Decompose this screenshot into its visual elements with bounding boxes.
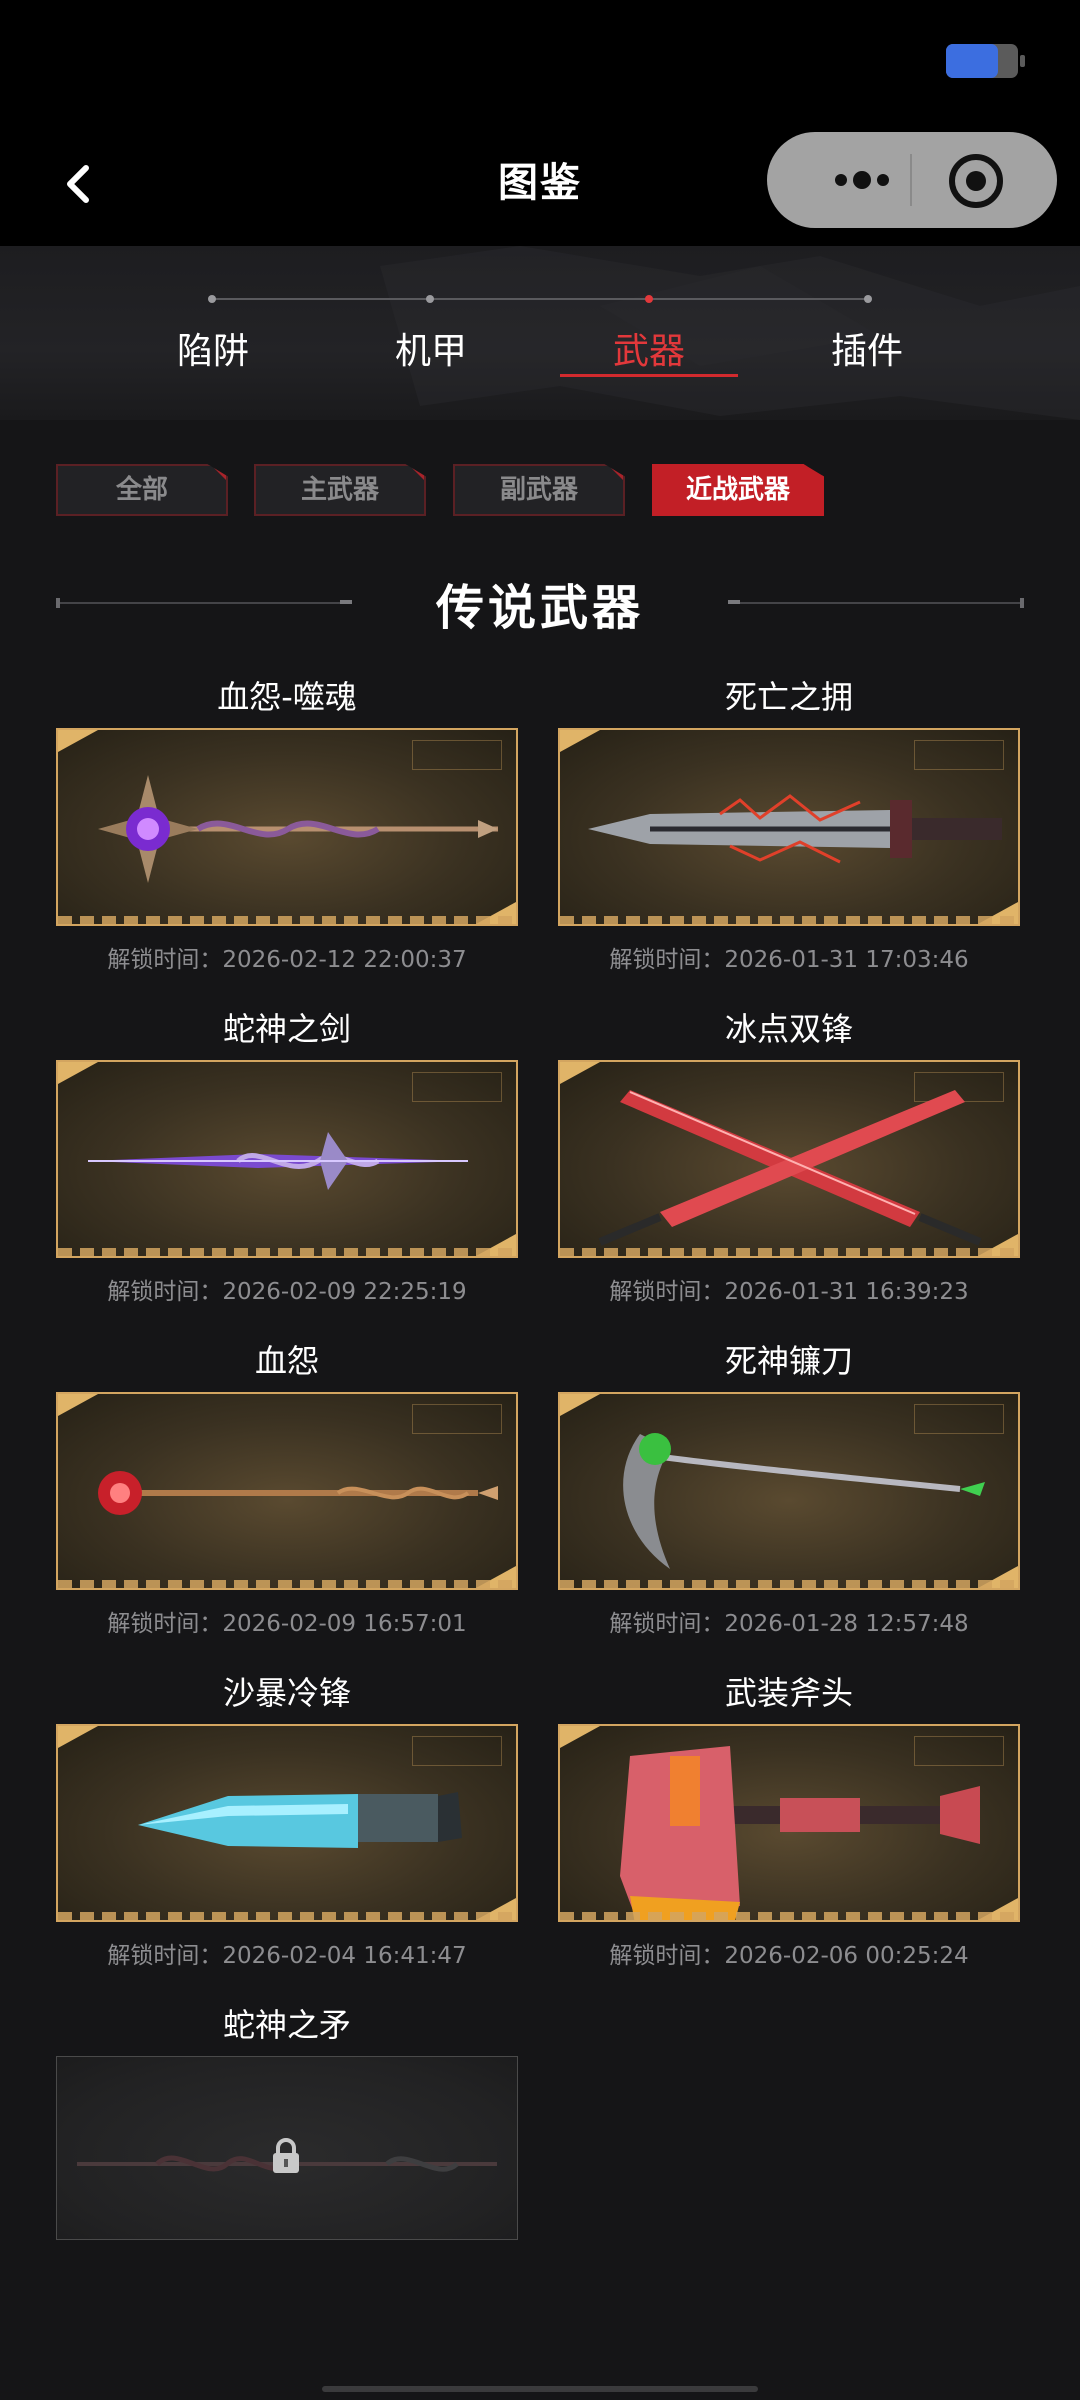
weapon-image (558, 1060, 1020, 1258)
tab-plugins[interactable]: 插件 (777, 322, 957, 374)
unlock-time: 解锁时间：2026-02-06 00:25:24 (609, 1943, 969, 1969)
close-miniprogram-button[interactable] (947, 152, 1005, 210)
unlock-time: 解锁时间：2026-02-09 16:57:01 (107, 1611, 467, 1637)
page-title: 图鉴 (498, 160, 582, 206)
battery-level (946, 44, 998, 78)
category-tab-bar: 陷阱 机甲 武器 插件 (0, 246, 1080, 420)
weapon-name: 蛇神之矛 (222, 2006, 351, 2044)
more-button[interactable] (807, 132, 917, 228)
filter-melee[interactable]: 近战武器 (652, 464, 824, 516)
battle-axe-art (620, 1746, 980, 1920)
more-dots-icon (835, 171, 889, 189)
combat-knife-art (138, 1792, 462, 1848)
weapon-image (56, 728, 518, 926)
weapon-name: 蛇神之剑 (222, 1010, 351, 1048)
weapon-name: 冰点双锋 (724, 1010, 853, 1048)
weapon-name: 血怨 (254, 1342, 319, 1380)
nav-bar: 图鉴 (0, 120, 1080, 246)
section-header: 传说武器 (56, 568, 1024, 636)
weapon-image (56, 1392, 518, 1590)
tab-dot (208, 295, 216, 303)
weapon-name: 武装斧头 (724, 1674, 853, 1712)
staff-weapon-art (98, 775, 498, 883)
serpent-sword-art (88, 1132, 468, 1190)
unlock-time: 解锁时间：2026-01-31 17:03:46 (609, 947, 969, 973)
home-indicator (322, 2386, 758, 2392)
weapon-image (56, 1724, 518, 1922)
tab-traps[interactable]: 陷阱 (123, 322, 303, 374)
tab-dot (864, 295, 872, 303)
dual-blades-art (598, 1090, 982, 1246)
scythe-art (623, 1433, 985, 1569)
weapon-image (56, 1060, 518, 1258)
greatsword-weapon-art (588, 794, 1002, 864)
battery-icon (946, 44, 1025, 78)
back-button[interactable] (56, 156, 106, 212)
weapon-filter-bar: 全部 主武器 副武器 近战武器 (56, 464, 1036, 520)
weapon-image (558, 728, 1020, 926)
status-bar (0, 0, 1080, 120)
weapon-name: 血怨-噬魂 (217, 678, 357, 716)
mini-program-capsule (767, 132, 1057, 228)
unlock-time: 解锁时间：2026-01-31 16:39:23 (609, 1279, 969, 1305)
weapon-name: 死神镰刀 (724, 1342, 853, 1380)
target-icon (949, 154, 1003, 208)
weapon-image (558, 1392, 1020, 1590)
weapon-image (56, 2056, 518, 2240)
tab-mecha[interactable]: 机甲 (341, 322, 521, 374)
tab-dot-active (645, 295, 653, 303)
section-title: 传说武器 (435, 580, 644, 636)
weapon-image (558, 1724, 1020, 1922)
weapon-name: 沙暴冷锋 (222, 1674, 351, 1712)
filter-primary[interactable]: 主武器 (254, 464, 426, 516)
weapon-name: 死亡之拥 (724, 678, 853, 716)
chevron-left-icon (67, 165, 89, 203)
filter-all[interactable]: 全部 (56, 464, 228, 516)
unlock-time: 解锁时间：2026-02-12 22:00:37 (107, 947, 467, 973)
lock-icon (273, 2138, 299, 2173)
unlock-time: 解锁时间：2026-01-28 12:57:48 (609, 1611, 969, 1637)
unlock-time: 解锁时间：2026-02-04 16:41:47 (107, 1943, 467, 1969)
tab-track (212, 298, 868, 300)
tab-dot (426, 295, 434, 303)
active-tab-underline (560, 374, 738, 377)
tab-weapons[interactable]: 武器 (559, 322, 739, 374)
filter-secondary[interactable]: 副武器 (453, 464, 625, 516)
unlock-time: 解锁时间：2026-02-09 22:25:19 (107, 1279, 467, 1305)
blood-staff-art (98, 1471, 498, 1515)
